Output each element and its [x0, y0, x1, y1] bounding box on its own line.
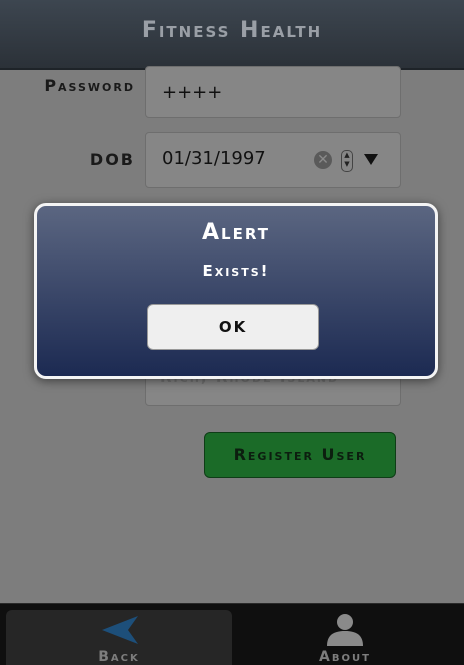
- alert-dialog: Alert Exists! OK: [34, 203, 438, 379]
- alert-message: Exists!: [202, 262, 270, 280]
- ok-button[interactable]: OK: [147, 304, 319, 350]
- modal-overlay: Alert Exists! OK: [0, 0, 464, 664]
- alert-title: Alert: [202, 220, 270, 245]
